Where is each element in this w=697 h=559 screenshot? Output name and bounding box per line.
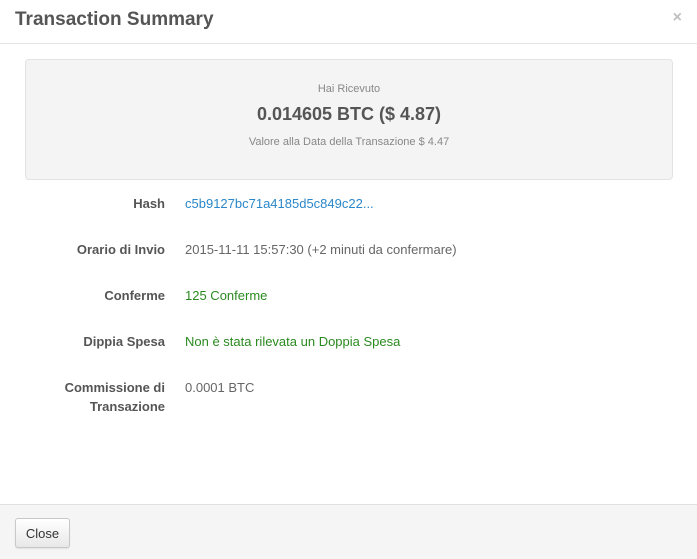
hash-label: Hash bbox=[133, 196, 165, 211]
double-spend-label: Dippia Spesa bbox=[83, 334, 165, 349]
fee-label: Commissione di Transazione bbox=[40, 378, 165, 416]
close-icon[interactable]: × bbox=[673, 10, 682, 26]
close-button[interactable]: Close bbox=[15, 518, 70, 548]
received-amount: 0.014605 BTC ($ 4.87) bbox=[256, 104, 442, 124]
hash-link[interactable]: c5b9127bc71a4185d5c849c22... bbox=[185, 194, 374, 213]
modal-title: Transaction Summary bbox=[15, 9, 214, 30]
fee-value: 0.0001 BTC bbox=[185, 380, 255, 395]
send-time-value: 2015-11-11 15:57:30 (+2 minuti da confer… bbox=[185, 242, 457, 257]
confirmations-value: 125 Conferme bbox=[185, 288, 268, 303]
received-label: Hai Ricevuto bbox=[317, 83, 381, 95]
received-summary: Hai Ricevuto 0.014605 BTC ($ 4.87) Valor… bbox=[25, 59, 673, 180]
value-at-transaction-date: Valore alla Data della Transazione $ 4.4… bbox=[248, 136, 450, 148]
fee-label-line2: Transazione bbox=[89, 399, 165, 414]
send-time-label: Orario di Invio bbox=[76, 242, 165, 257]
modal-header: Transaction Summary × bbox=[0, 0, 697, 44]
fee-label-line1: Commissione di bbox=[64, 380, 165, 395]
double-spend-value: Non è stata rilevata un Doppia Spesa bbox=[185, 334, 401, 349]
confirmations-label: Conferme bbox=[104, 288, 165, 303]
modal-footer: Close bbox=[0, 504, 697, 559]
